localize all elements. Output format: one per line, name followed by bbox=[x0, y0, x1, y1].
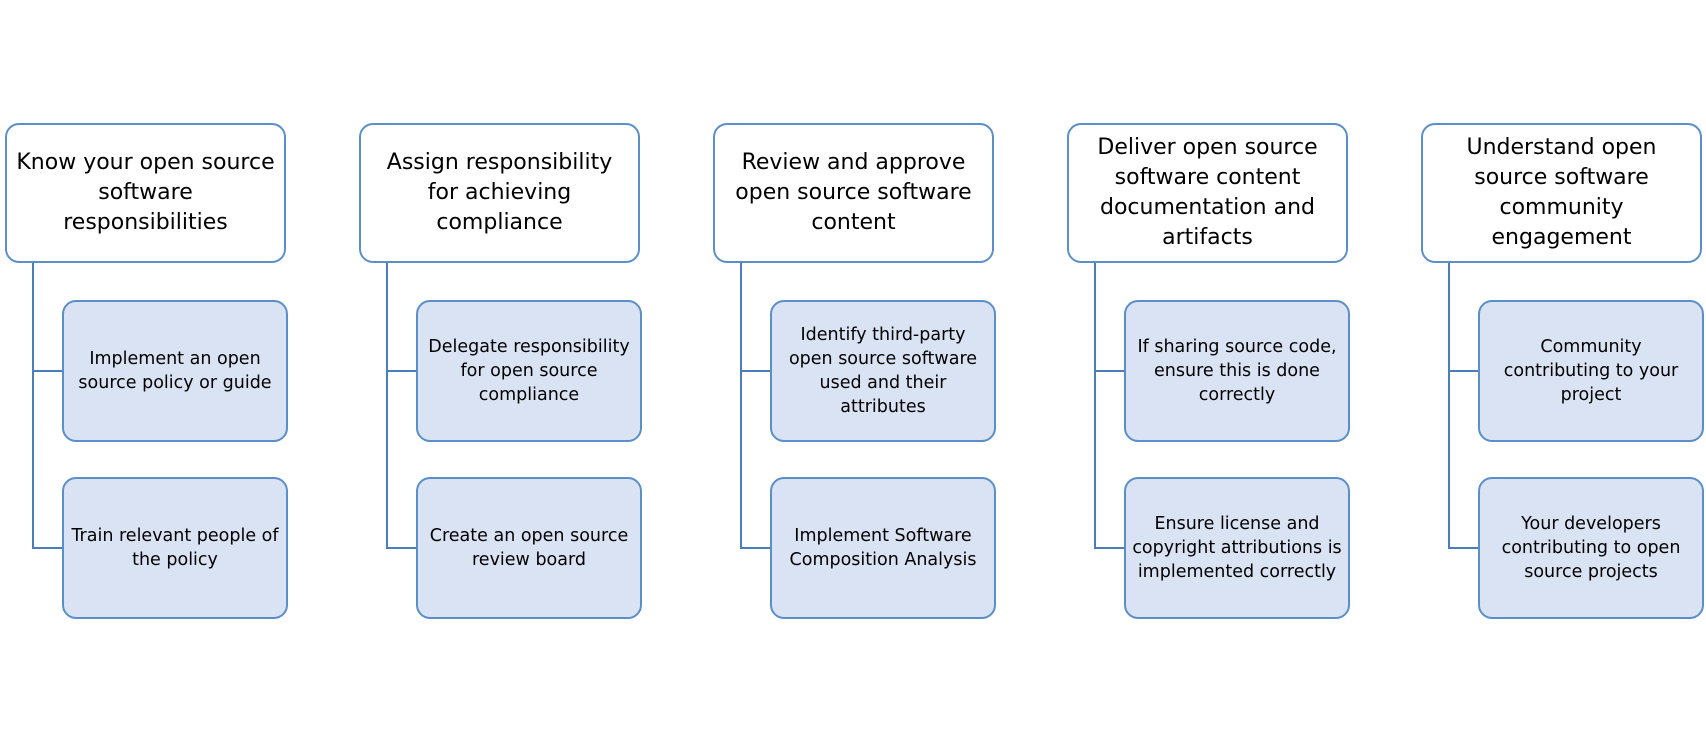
connector-line bbox=[1448, 370, 1478, 372]
column-1: Know your open source software responsib… bbox=[5, 0, 305, 742]
task-label: Implement Software Composition Analysis bbox=[789, 526, 977, 570]
connector-line bbox=[1448, 547, 1478, 549]
category-title: Deliver open source software content doc… bbox=[1097, 135, 1318, 250]
task-box: Your developers contributing to open sou… bbox=[1478, 477, 1704, 619]
connector-line bbox=[740, 370, 770, 372]
connector-line bbox=[32, 547, 62, 549]
category-title: Review and approve open source software … bbox=[735, 150, 972, 235]
task-label: Implement an open source policy or guide bbox=[78, 349, 272, 393]
category-box: Review and approve open source software … bbox=[713, 123, 994, 263]
task-box: If sharing source code, ensure this is d… bbox=[1124, 300, 1350, 442]
task-label: Identify third-party open source softwar… bbox=[788, 325, 978, 417]
connector-line bbox=[1448, 263, 1450, 549]
task-label: Community contributing to your project bbox=[1503, 337, 1679, 405]
column-2: Assign responsibility for achieving comp… bbox=[359, 0, 659, 742]
connector-line bbox=[32, 263, 34, 549]
task-box: Implement an open source policy or guide bbox=[62, 300, 288, 442]
category-box: Deliver open source software content doc… bbox=[1067, 123, 1348, 263]
column-5: Understand open source software communit… bbox=[1421, 0, 1706, 742]
task-label: Create an open source review board bbox=[429, 526, 629, 570]
connector-line bbox=[386, 370, 416, 372]
connector-line bbox=[740, 547, 770, 549]
task-label: Train relevant people of the policy bbox=[71, 526, 279, 570]
category-box: Assign responsibility for achieving comp… bbox=[359, 123, 640, 263]
category-title: Assign responsibility for achieving comp… bbox=[386, 150, 613, 235]
task-box: Delegate responsibility for open source … bbox=[416, 300, 642, 442]
task-box: Train relevant people of the policy bbox=[62, 477, 288, 619]
category-title: Know your open source software responsib… bbox=[16, 150, 275, 235]
category-title: Understand open source software communit… bbox=[1466, 135, 1657, 250]
connector-line bbox=[1094, 263, 1096, 549]
task-box: Identify third-party open source softwar… bbox=[770, 300, 996, 442]
connector-line bbox=[32, 370, 62, 372]
category-box: Understand open source software communit… bbox=[1421, 123, 1702, 263]
connector-line bbox=[1094, 370, 1124, 372]
connector-line bbox=[386, 547, 416, 549]
task-box: Create an open source review board bbox=[416, 477, 642, 619]
task-box: Implement Software Composition Analysis bbox=[770, 477, 996, 619]
task-label: Your developers contributing to open sou… bbox=[1501, 514, 1681, 582]
connector-line bbox=[1094, 547, 1124, 549]
connector-line bbox=[386, 263, 388, 549]
task-label: Ensure license and copyright attribution… bbox=[1132, 514, 1342, 582]
task-label: If sharing source code, ensure this is d… bbox=[1137, 337, 1337, 405]
connector-line bbox=[740, 263, 742, 549]
column-4: Deliver open source software content doc… bbox=[1067, 0, 1367, 742]
category-box: Know your open source software responsib… bbox=[5, 123, 286, 263]
task-box: Community contributing to your project bbox=[1478, 300, 1704, 442]
task-box: Ensure license and copyright attribution… bbox=[1124, 477, 1350, 619]
task-label: Delegate responsibility for open source … bbox=[428, 337, 630, 405]
column-3: Review and approve open source software … bbox=[713, 0, 1013, 742]
